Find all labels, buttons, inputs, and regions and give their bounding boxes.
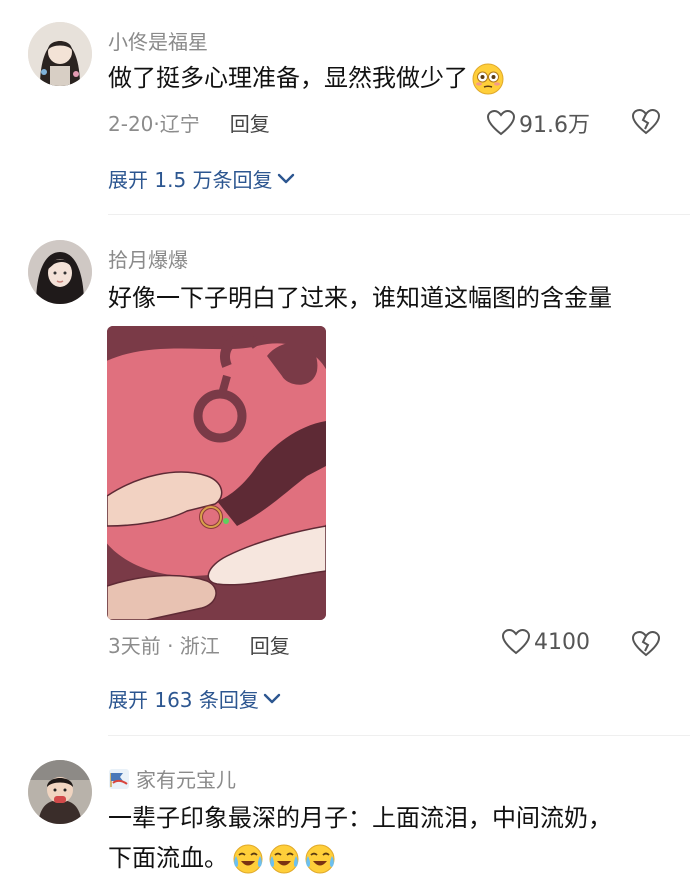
comment-text-line-2-body: 下面流血。 [108, 844, 228, 872]
comment-3: 家有元宝儿 一辈子印象最深的月子：上面流泪，中间流奶， 下面流血。 [0, 0, 690, 879]
comment-text: 一辈子印象最深的月子：上面流泪，中间流奶， 下面流血。 [108, 798, 612, 878]
crying-laughing-face-icon [269, 844, 299, 874]
comment-text-line-1: 一辈子印象最深的月子：上面流泪，中间流奶， [108, 804, 612, 832]
fan-badge-icon [109, 769, 129, 789]
avatar[interactable] [28, 760, 92, 824]
username[interactable]: 家有元宝儿 [108, 764, 236, 793]
username-text: 家有元宝儿 [136, 768, 236, 792]
comment-text-line-2: 下面流血。 [108, 838, 612, 878]
crying-laughing-face-icon [305, 844, 335, 874]
crying-laughing-face-icon [233, 844, 263, 874]
